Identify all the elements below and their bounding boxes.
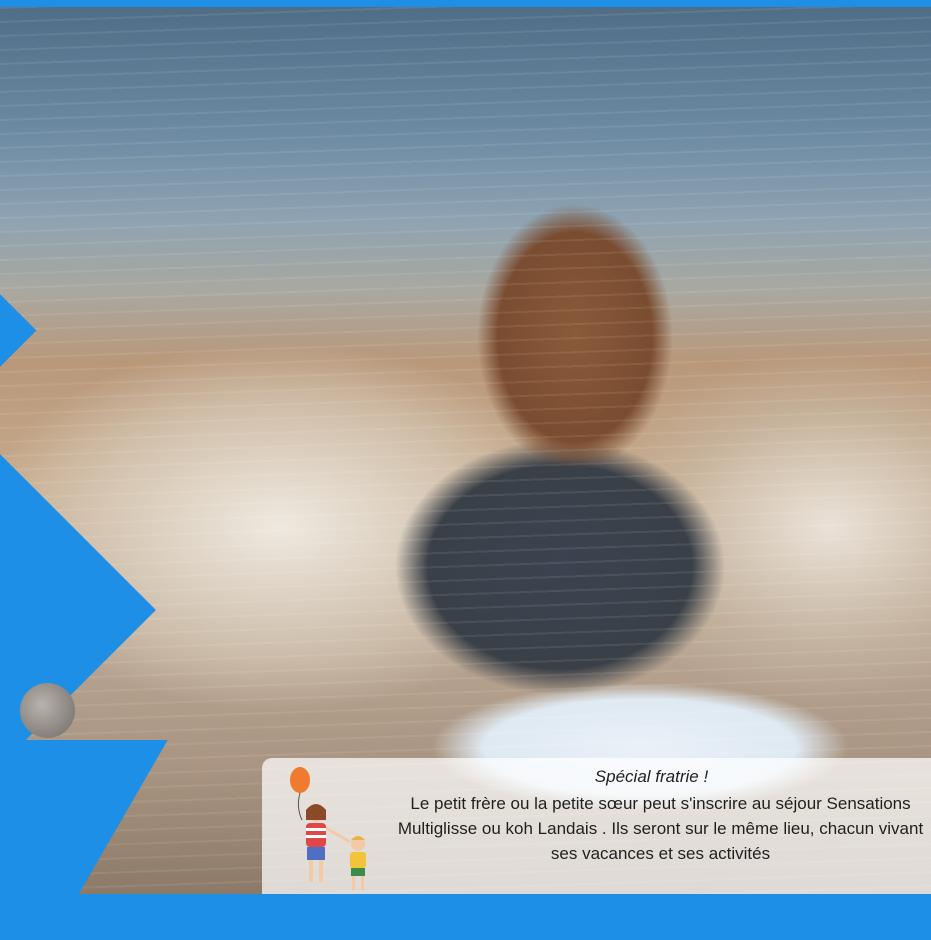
top-accent-bar [0, 0, 931, 7]
sibling-notice-body: Le petit frère ou la petite sœur peut s'… [397, 794, 924, 863]
sibling-notice-heading: Spécial fratrie ! [594, 767, 709, 786]
sibling-notice-card: Spécial fratrie ! Le petit frère ou la p… [262, 758, 931, 894]
decorative-circle [20, 683, 75, 738]
siblings-balloon-icon [290, 767, 366, 890]
